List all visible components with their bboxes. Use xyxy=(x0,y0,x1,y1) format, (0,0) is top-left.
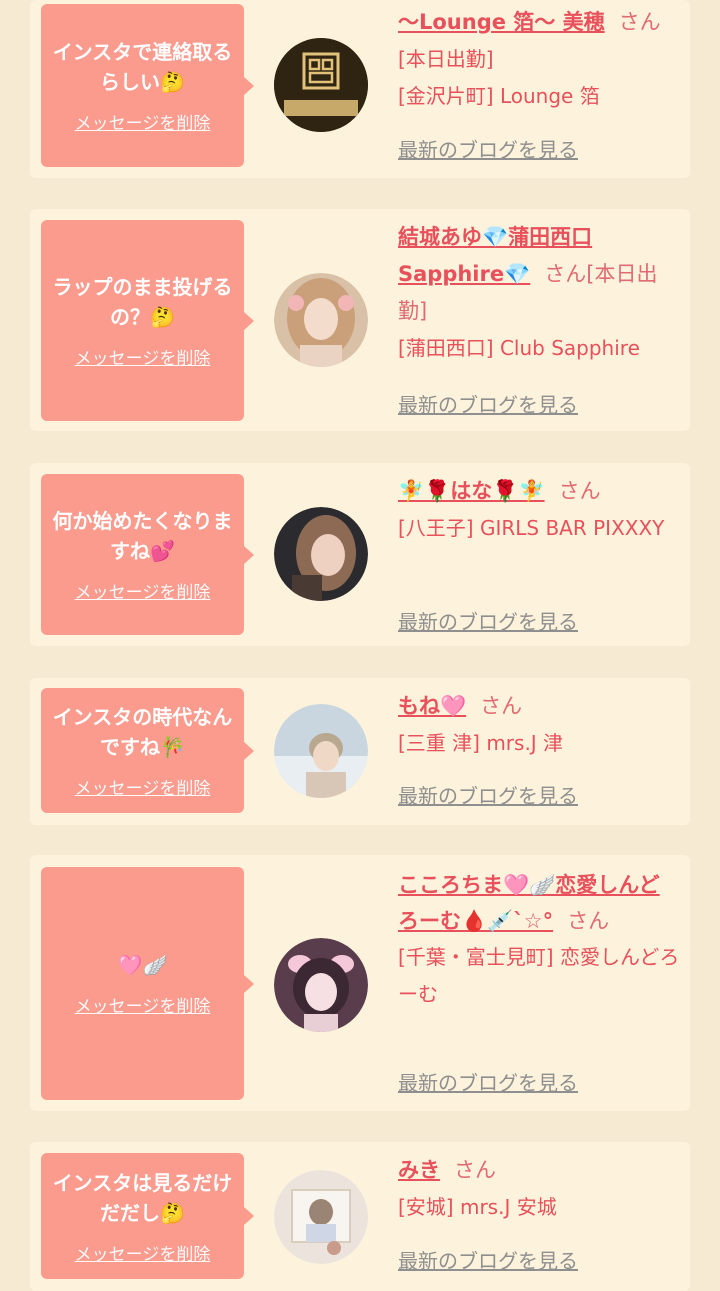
cast-name-link[interactable]: 🧚🌹はな🌹🧚 xyxy=(398,479,545,503)
avatar[interactable] xyxy=(274,1170,368,1264)
delete-message-link[interactable]: メッセージを削除 xyxy=(75,774,211,799)
latest-blog-link[interactable]: 最新のブログを見る xyxy=(398,606,578,635)
message-text: ラップのまま投げるの？🤔 xyxy=(52,275,233,329)
shop-line: [金沢片町] Lounge 箔 xyxy=(398,84,600,108)
latest-blog-link[interactable]: 最新のブログを見る xyxy=(398,1245,578,1274)
cast-info: 〜Lounge 箔〜 美穂 さん [本日出勤] [金沢片町] Lounge 箔 最… xyxy=(398,4,680,174)
cast-card: インスタで連絡取るらしい🤔 メッセージを削除 〜Lounge 箔〜 美穂 さん [… xyxy=(30,0,690,178)
message-bubble: 何か始めたくなりますね💕 メッセージを削除 xyxy=(41,474,254,635)
cast-info: 🧚🌹はな🌹🧚 さん [八王子] GIRLS BAR PIXXXY 最新のブログを見… xyxy=(398,473,680,638)
avatar[interactable] xyxy=(274,507,368,601)
shop-line: [三重 津] mrs.J 津 xyxy=(398,731,564,755)
honorific: さん xyxy=(480,694,523,718)
latest-blog-link[interactable]: 最新のブログを見る xyxy=(398,780,578,809)
message-text: インスタは見るだけだだし🤔 xyxy=(52,1170,233,1225)
message-text: 何か始めたくなりますね💕 xyxy=(52,509,233,563)
shop-line: [蒲田西口] Club Sapphire xyxy=(398,336,640,360)
message-text: インスタの時代なんですね🎋 xyxy=(52,705,233,759)
lounge-logo-icon xyxy=(274,38,368,132)
cast-name-link[interactable]: みき xyxy=(398,1158,440,1182)
message-bubble: 🩷🪽 メッセージを削除 xyxy=(41,867,254,1100)
delete-message-link[interactable]: メッセージを削除 xyxy=(75,1240,211,1265)
shop-line: [千葉・富士見町] 恋愛しんどろーむ xyxy=(398,945,680,1006)
honorific: さん xyxy=(544,262,587,286)
cast-card: 何か始めたくなりますね💕 メッセージを削除 🧚🌹はな🌹🧚 さん [八王子] GIR… xyxy=(30,463,690,646)
avatar[interactable] xyxy=(274,38,368,132)
status-line: [本日出勤] xyxy=(398,47,494,71)
avatar-photo xyxy=(274,273,368,367)
cast-info: こころちま🩷🪽恋愛しんどろーむ🩸💉`☆° さん [千葉・富士見町] 恋愛しんどろー… xyxy=(398,867,680,1102)
avatar-photo xyxy=(274,507,368,601)
honorific: さん xyxy=(567,909,610,933)
cast-info: 結城あゆ💎蒲田西口Sapphire💎 さん[本日出勤] [蒲田西口] Club S… xyxy=(398,219,680,419)
cast-name-link[interactable]: こころちま🩷🪽恋愛しんどろーむ🩸💉`☆° xyxy=(398,873,660,933)
cast-name-link[interactable]: もね🩷 xyxy=(398,694,466,718)
shop-line: [安城] mrs.J 安城 xyxy=(398,1195,557,1219)
message-bubble: ラップのまま投げるの？🤔 メッセージを削除 xyxy=(41,220,254,421)
cast-info: もね🩷 さん [三重 津] mrs.J 津 最新のブログを見る xyxy=(398,688,680,818)
honorific: さん xyxy=(454,1158,496,1182)
cast-card: インスタは見るだけだだし🤔 メッセージを削除 みき さん [安城] mrs.J 安… xyxy=(30,1142,690,1291)
message-text: インスタで連絡取るらしい🤔 xyxy=(52,40,233,94)
delete-message-link[interactable]: メッセージを削除 xyxy=(75,109,211,134)
cast-card: 🩷🪽 メッセージを削除 こころちま🩷🪽恋愛しんどろーむ🩸💉`☆° さん [千葉・富… xyxy=(30,855,690,1111)
shop-line: [八王子] GIRLS BAR PIXXXY xyxy=(398,516,665,540)
cast-card: インスタの時代なんですね🎋 メッセージを削除 もね🩷 さん [三重 津] mrs.… xyxy=(30,678,690,825)
message-bubble: インスタは見るだけだだし🤔 メッセージを削除 xyxy=(41,1153,254,1279)
avatar[interactable] xyxy=(274,273,368,367)
cast-name-link[interactable]: 〜Lounge 箔〜 美穂 xyxy=(398,10,605,34)
message-bubble: インスタで連絡取るらしい🤔 メッセージを削除 xyxy=(41,4,254,167)
avatar-photo xyxy=(274,704,368,798)
latest-blog-link[interactable]: 最新のブログを見る xyxy=(398,1067,578,1096)
delete-message-link[interactable]: メッセージを削除 xyxy=(75,344,211,369)
avatar-photo xyxy=(274,938,368,1032)
delete-message-link[interactable]: メッセージを削除 xyxy=(75,578,211,603)
latest-blog-link[interactable]: 最新のブログを見る xyxy=(398,389,578,418)
cast-card: ラップのまま投げるの？🤔 メッセージを削除 結城あゆ💎蒲田西口Sapphire💎… xyxy=(30,209,690,431)
avatar[interactable] xyxy=(274,938,368,1032)
message-text: 🩷🪽 xyxy=(117,953,168,977)
latest-blog-link[interactable]: 最新のブログを見る xyxy=(398,134,578,163)
cast-info: みき さん [安城] mrs.J 安城 最新のブログを見る xyxy=(398,1152,680,1287)
avatar[interactable] xyxy=(274,704,368,798)
message-bubble: インスタの時代なんですね🎋 メッセージを削除 xyxy=(41,688,254,813)
honorific: さん xyxy=(558,479,601,503)
delete-message-link[interactable]: メッセージを削除 xyxy=(75,992,211,1017)
avatar-photo xyxy=(274,1170,368,1264)
honorific: さん xyxy=(618,10,661,34)
